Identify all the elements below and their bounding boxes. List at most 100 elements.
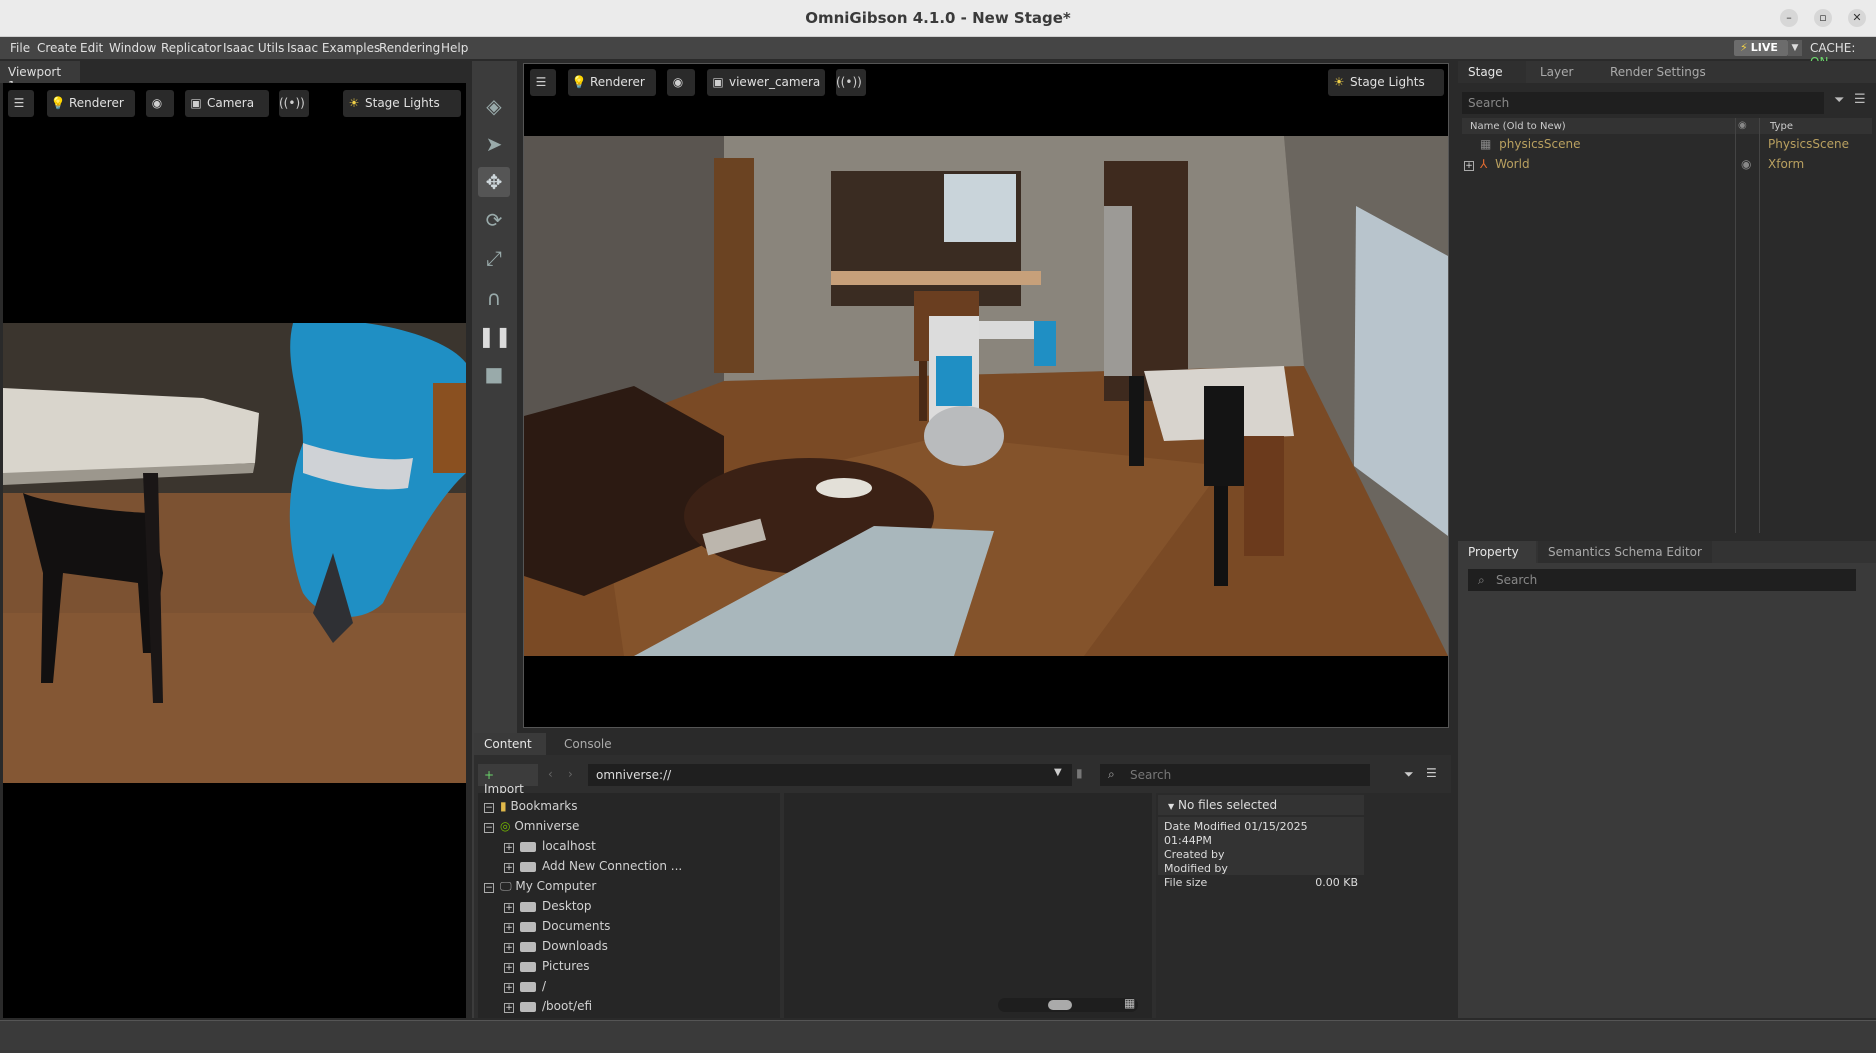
live-sync-toggle[interactable]: ⚡ LIVE [1734, 40, 1788, 56]
tab-semantics-schema-editor[interactable]: Semantics Schema Editor [1538, 541, 1712, 563]
tree-item-add-connection[interactable]: + Add New Connection ... [504, 859, 682, 873]
stop-icon[interactable]: ■ [478, 359, 510, 389]
cube-select-icon[interactable]: ◈ [478, 91, 510, 121]
tree-item-localhost[interactable]: + localhost [504, 839, 596, 853]
viewport-settings-button[interactable]: ☰ [530, 69, 556, 96]
title-bar: OmniGibson 4.1.0 - New Stage* – ▫ ✕ [0, 0, 1876, 37]
viewport-settings-button[interactable]: ☰ [8, 90, 34, 117]
pause-icon[interactable]: ❚❚ [478, 321, 512, 351]
renderer-button[interactable]: 💡 Renderer [47, 90, 135, 117]
column-type[interactable]: Type [1770, 121, 1793, 132]
broadcast-icon: ((•)) [279, 96, 305, 110]
select-arrow-icon[interactable]: ➤ [478, 129, 510, 159]
close-button[interactable]: ✕ [1848, 9, 1866, 27]
zoom-slider-handle[interactable] [1048, 1000, 1072, 1010]
details-header[interactable]: ▼ No files selected [1158, 795, 1364, 815]
main-viewport[interactable]: ☰ 💡 Renderer ◉ ▣ viewer_camera ((•)) ☀ Stag… [523, 63, 1449, 728]
menu-icon[interactable]: ☰ [1854, 92, 1866, 107]
file-grid[interactable]: ▦ [784, 793, 1152, 1018]
visibility-button[interactable]: ◉ [667, 69, 695, 96]
path-input[interactable]: omniverse:// [588, 764, 1072, 786]
filter-icon[interactable]: ⏷ [1404, 767, 1414, 782]
sliders-icon: ☰ [13, 96, 25, 110]
tree-item-pictures[interactable]: + Pictures [504, 959, 590, 973]
tree-row[interactable]: + ⅄ World [1464, 157, 1530, 171]
menu-edit[interactable]: Edit [80, 41, 103, 55]
drive-icon [520, 941, 536, 952]
monitor-icon: 🖵 [500, 879, 512, 893]
forward-arrow-icon[interactable]: › [568, 767, 573, 781]
menu-create[interactable]: Create [37, 41, 77, 55]
tab-content[interactable]: Content [474, 733, 546, 755]
filter-icon[interactable]: ⏷ [1834, 93, 1844, 108]
eye-icon[interactable]: ◉ [1741, 157, 1751, 171]
property-search-input[interactable]: Search [1468, 569, 1856, 591]
column-name[interactable]: Name (Old to New) [1470, 121, 1566, 132]
stage-lights-button[interactable]: ☀ Stage Lights [1328, 69, 1444, 96]
search-icon: ⌕ [1108, 767, 1115, 781]
tree-item-omniverse[interactable]: − ◎ Omniverse [484, 819, 579, 833]
menu-rendering[interactable]: Rendering [379, 41, 440, 55]
audio-button[interactable]: ((•)) [836, 69, 866, 96]
tab-property[interactable]: Property [1458, 541, 1536, 563]
drive-icon [520, 1001, 536, 1012]
tree-item-downloads[interactable]: + Downloads [504, 939, 608, 953]
tree-item-bookmarks[interactable]: − ▮ Bookmarks [484, 799, 577, 813]
menu-replicator[interactable]: Replicator [161, 41, 221, 55]
eye-icon[interactable]: ◉ [1738, 120, 1747, 131]
minimize-button[interactable]: – [1780, 9, 1798, 27]
tree-row[interactable]: ▦ physicsScene [1480, 137, 1581, 151]
menu-icon[interactable]: ☰ [1426, 766, 1437, 780]
tree-item-my-computer[interactable]: − 🖵 My Computer [484, 879, 596, 894]
chevron-down-icon[interactable]: ▼ [1054, 767, 1062, 778]
tree-item-documents[interactable]: + Documents [504, 919, 610, 933]
expand-icon[interactable]: + [1464, 161, 1474, 171]
grid-view-icon[interactable]: ▦ [1124, 996, 1135, 1010]
details-body: Date Modified 01/15/2025 01:44PM Created… [1158, 817, 1364, 889]
snap-magnet-icon[interactable]: ∩ [478, 283, 510, 313]
tree-item-desktop[interactable]: + Desktop [504, 899, 592, 913]
details-pane: ▼ No files selected Date Modified 01/15/… [1156, 793, 1451, 1018]
menu-window[interactable]: Window [109, 41, 156, 55]
zoom-slider[interactable] [998, 998, 1138, 1012]
sun-icon: ☀ [348, 96, 360, 110]
import-button[interactable]: + Import [478, 764, 538, 796]
scene-render [524, 136, 1448, 656]
camera-button[interactable]: ▣ viewer_camera [707, 69, 825, 96]
plus-icon: + [484, 768, 495, 782]
menu-isaac-utils[interactable]: Isaac Utils [223, 41, 284, 55]
scale-icon[interactable]: ⤢ [478, 243, 510, 273]
tree-item-boot-efi[interactable]: +/boot/efi [504, 999, 592, 1013]
status-bar [0, 1020, 1876, 1053]
stage-lights-button[interactable]: ☀ Stage Lights [343, 90, 461, 117]
sliders-icon: ☰ [535, 75, 547, 89]
rotate-icon[interactable]: ⟳ [478, 205, 510, 235]
bookmark-icon[interactable]: ▮ [1076, 766, 1083, 780]
chevron-down-icon: ▼ [1168, 802, 1175, 811]
menu-isaac-examples[interactable]: Isaac Examples [287, 41, 380, 55]
viewport1-tab[interactable]: Viewport 1 [0, 61, 80, 93]
eye-icon: ◉ [672, 75, 684, 89]
visibility-button[interactable]: ◉ [146, 90, 174, 117]
tab-layer[interactable]: Layer [1530, 61, 1583, 83]
viewport1[interactable]: ☰ 💡 Renderer ◉ ▣ Camera ((•)) ☀ Stage Light… [3, 83, 466, 1018]
bulb-icon: 💡 [571, 75, 587, 89]
back-arrow-icon[interactable]: ‹ [548, 767, 553, 781]
column-divider [1759, 118, 1760, 533]
content-search-input[interactable]: Search [1100, 764, 1370, 786]
tab-render-settings[interactable]: Render Settings [1600, 61, 1716, 83]
tab-stage[interactable]: Stage [1458, 61, 1526, 83]
stage-search-input[interactable]: Search [1462, 92, 1824, 114]
tree-item-root[interactable]: + / [504, 979, 546, 993]
tab-console[interactable]: Console [554, 733, 622, 755]
menu-file[interactable]: File [10, 41, 30, 55]
live-dropdown-button[interactable]: ▼ [1788, 40, 1802, 56]
modified-by-row: Modified by [1164, 862, 1228, 875]
move-icon[interactable]: ✥ [478, 167, 510, 197]
audio-button[interactable]: ((•)) [279, 90, 309, 117]
renderer-button[interactable]: 💡 Renderer [568, 69, 656, 96]
restore-button[interactable]: ▫ [1814, 9, 1832, 27]
menu-help[interactable]: Help [441, 41, 468, 55]
column-divider [1735, 118, 1736, 533]
camera-button[interactable]: ▣ Camera [185, 90, 269, 117]
